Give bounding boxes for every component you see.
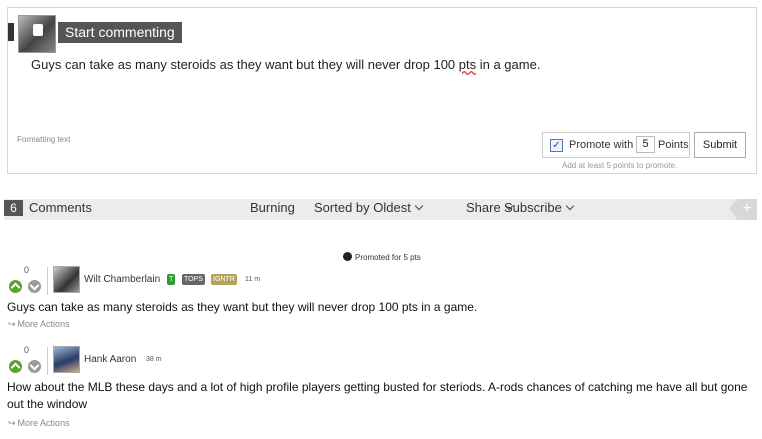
- subscribe-dropdown[interactable]: Subscribe: [504, 200, 575, 215]
- downvote-icon[interactable]: [28, 360, 41, 373]
- more-actions-label: More Actions: [17, 418, 70, 428]
- comment-composer: Start commenting Guys can take as many s…: [7, 7, 757, 174]
- share-label: Share: [466, 200, 501, 215]
- promoted-icon: [343, 252, 352, 262]
- author-avatar[interactable]: [53, 346, 80, 373]
- author-name[interactable]: Wilt Chamberlain: [84, 274, 160, 285]
- subscribe-label: Subscribe: [504, 200, 562, 215]
- comment-body: How about the MLB these days and a lot o…: [7, 380, 748, 411]
- vote-count: 0: [24, 265, 30, 275]
- start-commenting-label[interactable]: Start commenting: [58, 22, 182, 43]
- downvote-icon[interactable]: [28, 280, 41, 293]
- composer-tab-marker: [8, 23, 14, 41]
- vote-divider: [47, 267, 48, 295]
- upvote-icon[interactable]: [9, 280, 22, 293]
- vote-divider: [47, 347, 48, 375]
- promote-hint: Add at least 5 points to promote.: [562, 161, 678, 170]
- author-name[interactable]: Hank Aaron: [84, 354, 136, 365]
- comments-label: Comments: [29, 200, 92, 215]
- comment-input[interactable]: Guys can take as many steroids as they w…: [31, 57, 540, 72]
- badge-ignitr: IGNTR: [211, 274, 237, 285]
- reply-arrow-icon: ↪: [8, 319, 16, 329]
- chevron-down-icon: [565, 201, 575, 211]
- reply-arrow-icon: ↪: [8, 418, 16, 428]
- sort-label: Sorted by Oldest: [314, 200, 411, 215]
- promote-control: ✓ Promote with 5 Points: [542, 132, 690, 158]
- comment-body: Guys can take as many steroids as they w…: [7, 300, 478, 314]
- draft-text-after: in a game.: [476, 57, 541, 72]
- badge-tops: TOPS: [182, 274, 205, 285]
- comments-toolbar: 6 Comments Burning Sorted by Oldest Shar…: [4, 199, 757, 220]
- promote-points-input[interactable]: 5: [636, 136, 655, 153]
- vote-count: 0: [24, 345, 30, 355]
- more-actions-link[interactable]: ↪ More Actions: [8, 319, 70, 330]
- upvote-icon[interactable]: [9, 360, 22, 373]
- burning-link[interactable]: Burning: [250, 200, 295, 215]
- comment-count-badge: 6: [4, 200, 23, 216]
- author-avatar[interactable]: [53, 266, 80, 293]
- draft-text-before: Guys can take as many steroids as they w…: [31, 57, 459, 72]
- more-actions-link[interactable]: ↪ More Actions: [8, 418, 70, 429]
- formatting-text-link[interactable]: Formatting text: [17, 135, 70, 144]
- expand-plus-button[interactable]: +: [729, 199, 757, 220]
- points-label: Points: [658, 139, 689, 151]
- promote-label: Promote with: [569, 139, 634, 151]
- submit-button[interactable]: Submit: [694, 132, 746, 158]
- promote-checkbox[interactable]: ✓: [550, 139, 563, 152]
- comment-time: 11 m: [245, 276, 261, 283]
- sort-dropdown[interactable]: Sorted by Oldest: [314, 200, 424, 215]
- misspelled-word: pts: [458, 57, 477, 72]
- user-avatar: [18, 15, 56, 53]
- chevron-down-icon: [414, 201, 424, 211]
- comment-time: 38 m: [146, 356, 162, 363]
- more-actions-label: More Actions: [17, 319, 70, 329]
- badge-t: T: [167, 274, 176, 285]
- promoted-text: Promoted for 5 pts: [355, 253, 421, 262]
- promoted-note: Promoted for 5 pts: [343, 252, 421, 262]
